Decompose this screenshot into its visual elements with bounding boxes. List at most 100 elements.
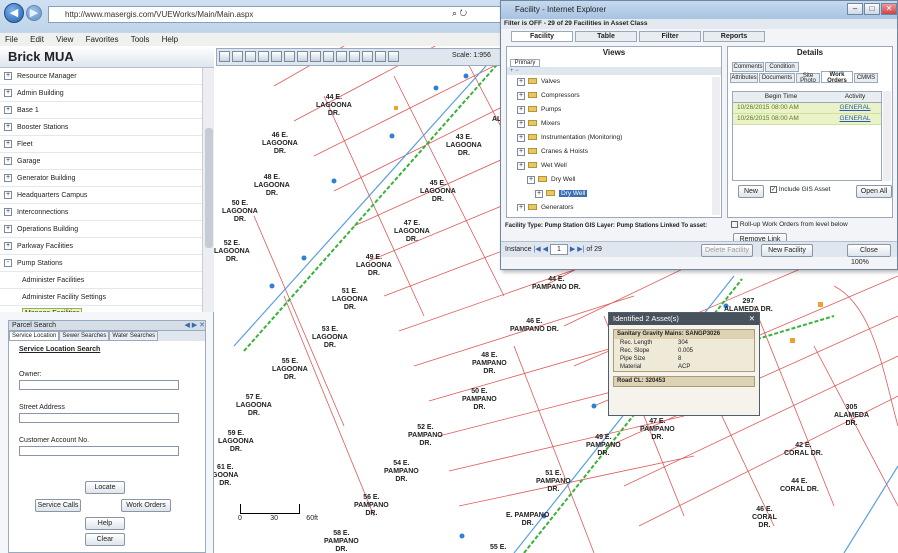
expand-icon[interactable]: +: [4, 208, 12, 216]
layers-icon[interactable]: [297, 51, 308, 62]
service-calls-button[interactable]: Service Calls: [35, 499, 81, 512]
open-all-button[interactable]: Open All: [856, 185, 892, 198]
tree-subitem[interactable]: Administer Facility Settings: [0, 289, 214, 306]
scroll-thumb[interactable]: [205, 128, 213, 248]
work-order-row[interactable]: 10/26/2015 08:00 AM GENERAL: [733, 114, 881, 125]
close-icon[interactable]: ✕: [749, 313, 755, 325]
expand-icon[interactable]: +: [517, 92, 525, 100]
delete-facility-button[interactable]: Delete Facility: [701, 244, 753, 257]
tab-attributes[interactable]: Attributes: [730, 73, 758, 83]
expand-icon[interactable]: +: [4, 225, 12, 233]
expand-icon[interactable]: +: [517, 106, 525, 114]
view-item[interactable]: + Cranes & Hoists: [507, 145, 711, 159]
tab-cmms[interactable]: CMMS: [854, 73, 878, 83]
work-orders-scrollbar[interactable]: [883, 91, 891, 181]
tree-item[interactable]: - Pump Stations: [0, 255, 214, 272]
tab-water-searches[interactable]: Water Searches: [109, 331, 159, 341]
search-icon[interactable]: ⌕ ↻: [452, 8, 467, 19]
expand-icon[interactable]: +: [535, 190, 543, 198]
back-button[interactable]: ◀: [4, 3, 24, 23]
view-item[interactable]: + Wet Well: [507, 159, 711, 173]
new-facility-button[interactable]: New Facility: [761, 244, 813, 257]
tab-condition[interactable]: Condition: [765, 62, 799, 72]
locate-button[interactable]: Locate: [85, 481, 125, 494]
expand-icon[interactable]: +: [4, 106, 12, 114]
refresh-icon[interactable]: [362, 51, 373, 62]
view-item[interactable]: + Dry Well: [507, 187, 711, 201]
tree-item[interactable]: + Garage: [0, 153, 214, 170]
close-window-button[interactable]: ✕: [881, 3, 897, 15]
view-item[interactable]: + Instrumentation (Monitoring): [507, 131, 711, 145]
globe-icon[interactable]: [349, 51, 360, 62]
popup-road-footer[interactable]: Road CL: 320453: [613, 376, 755, 387]
view-item[interactable]: + Mixers: [507, 117, 711, 131]
expand-icon[interactable]: +: [527, 176, 535, 184]
tree-subitem[interactable]: Manage Facilities: [0, 306, 214, 312]
expand-icon[interactable]: +: [4, 157, 12, 165]
view-item[interactable]: + Valves: [507, 75, 711, 89]
measure-icon[interactable]: [284, 51, 295, 62]
menu-help[interactable]: Help: [162, 35, 178, 44]
first-prev-icon[interactable]: |◀ ◀: [533, 246, 548, 253]
expand-icon[interactable]: +: [4, 191, 12, 199]
menu-favorites[interactable]: Favorites: [86, 35, 119, 44]
expand-icon[interactable]: -: [4, 259, 12, 267]
tab-facility[interactable]: Facility: [511, 31, 573, 42]
expand-icon[interactable]: +: [517, 162, 525, 170]
tree-scrollbar[interactable]: [202, 68, 214, 312]
expand-icon[interactable]: +: [4, 72, 12, 80]
close-button[interactable]: Close: [847, 244, 891, 257]
tab-site-photo[interactable]: Site Photo: [796, 73, 820, 84]
tab-comments[interactable]: Comments: [732, 62, 764, 72]
select-icon[interactable]: [258, 51, 269, 62]
expand-icon[interactable]: +: [517, 134, 525, 142]
zoom-out-icon[interactable]: [232, 51, 243, 62]
zoom-level[interactable]: 100%: [851, 259, 869, 266]
rollup-checkbox[interactable]: [731, 221, 738, 228]
view-item[interactable]: + Compressors: [507, 89, 711, 103]
expand-icon[interactable]: +: [517, 148, 525, 156]
tree-item[interactable]: + Base 1: [0, 102, 214, 119]
expand-icon[interactable]: +: [4, 174, 12, 182]
tree-item[interactable]: + Operations Building: [0, 221, 214, 238]
account-field[interactable]: [19, 446, 179, 456]
tree-item[interactable]: + Generator Building: [0, 170, 214, 187]
back-extent-icon[interactable]: [323, 51, 334, 62]
tab-reports[interactable]: Reports: [703, 31, 765, 42]
help-button[interactable]: Help: [85, 517, 125, 530]
new-work-order-button[interactable]: New: [738, 185, 764, 198]
minimize-button[interactable]: –: [847, 3, 863, 15]
primary-tab[interactable]: Primary: [510, 59, 540, 67]
full-extent-icon[interactable]: [375, 51, 386, 62]
view-item[interactable]: + Dry Well: [507, 173, 711, 187]
tree-item[interactable]: + Fleet: [0, 136, 214, 153]
views-scrollbar[interactable]: [712, 77, 720, 215]
menu-tools[interactable]: Tools: [131, 35, 150, 44]
work-orders-button[interactable]: Work Orders: [121, 499, 171, 512]
search-tools-icon[interactable]: ◀ ▶ ✕: [184, 321, 205, 330]
pan-icon[interactable]: [245, 51, 256, 62]
tab-work-orders[interactable]: Work Orders: [821, 71, 853, 84]
tab-sewer-searches[interactable]: Sewer Searches: [59, 331, 110, 341]
tree-item[interactable]: + Admin Building: [0, 85, 214, 102]
facility-window-titlebar[interactable]: Facility - Internet Explorer: [501, 1, 897, 19]
instance-input[interactable]: 1: [549, 244, 568, 255]
print-icon[interactable]: [310, 51, 321, 62]
forward-extent-icon[interactable]: [336, 51, 347, 62]
tree-item[interactable]: + Resource Manager: [0, 68, 214, 85]
legend-icon[interactable]: [388, 51, 399, 62]
view-item[interactable]: + Generators: [507, 201, 711, 211]
work-order-activity[interactable]: GENERAL: [829, 114, 881, 124]
tree-subitem[interactable]: Administer Facilities: [0, 272, 214, 289]
tree-item[interactable]: + Booster Stations: [0, 119, 214, 136]
expand-icon[interactable]: +: [517, 78, 525, 86]
view-item[interactable]: + Pumps: [507, 103, 711, 117]
tab-service-location[interactable]: Service Location: [9, 331, 60, 341]
tab-filter[interactable]: Filter: [639, 31, 701, 42]
work-order-activity[interactable]: GENERAL: [829, 103, 881, 113]
forward-button[interactable]: ▶: [26, 5, 42, 21]
next-last-icon[interactable]: ▶ ▶|: [570, 246, 585, 253]
zoom-in-icon[interactable]: [219, 51, 230, 62]
owner-field[interactable]: [19, 380, 179, 390]
tree-item[interactable]: + Parkway Facilities: [0, 238, 214, 255]
